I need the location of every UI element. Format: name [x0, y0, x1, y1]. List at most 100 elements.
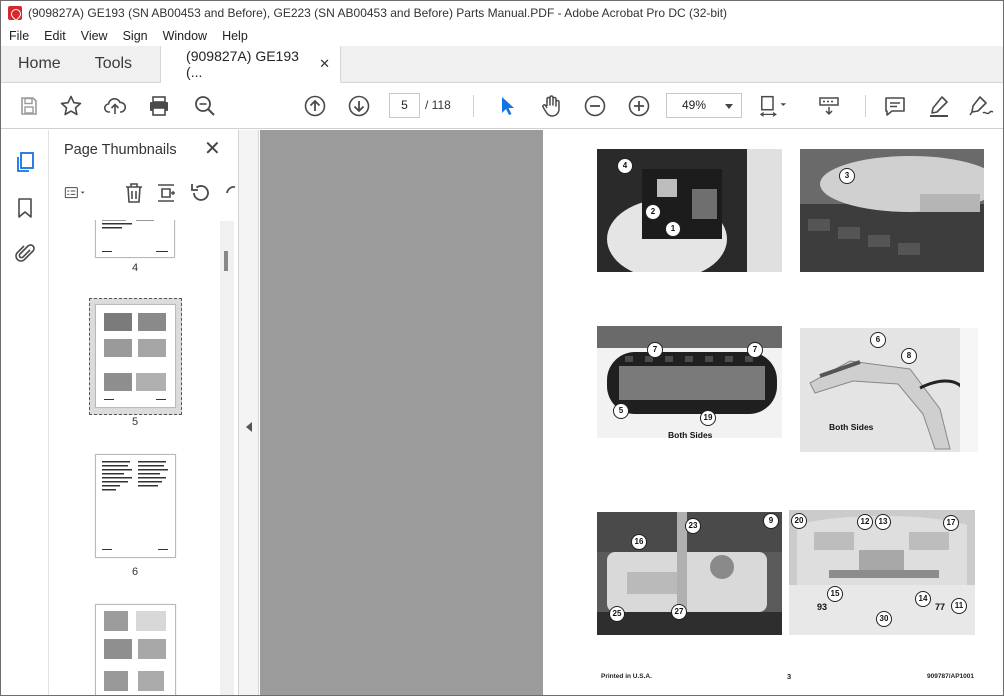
callout: 23 — [685, 518, 701, 534]
arrow-down-circle-icon — [348, 95, 370, 117]
menu-file[interactable]: File — [1, 29, 36, 43]
thumbnail-page-6[interactable] — [95, 454, 176, 558]
page-footer-left: Printed in U.S.A. — [601, 673, 652, 680]
select-tool-button[interactable] — [493, 92, 521, 120]
thumbnail-label: 6 — [131, 566, 139, 578]
title-bar: (909827A) GE193 (SN AB00453 and Before),… — [1, 1, 1003, 25]
menu-bar: File Edit View Sign Window Help — [1, 25, 1003, 46]
caption-both-sides: Both Sides — [668, 430, 713, 440]
keyboard-scroll-icon — [819, 97, 839, 116]
highlighter-icon — [930, 96, 948, 117]
callout: 7 — [647, 342, 663, 358]
menu-view[interactable]: View — [73, 29, 115, 43]
zoom-in-button[interactable] — [625, 92, 653, 120]
thumbnail-scrollbar[interactable] — [220, 221, 234, 695]
callout: 9 — [763, 513, 779, 529]
thumbnail-page-5[interactable] — [95, 304, 176, 408]
comment-button[interactable] — [881, 92, 909, 120]
tab-close-icon[interactable]: ✕ — [319, 56, 330, 72]
zoom-search-icon — [195, 96, 215, 116]
callout: 4 — [617, 158, 633, 174]
callout: 12 — [857, 514, 873, 530]
thumbnail-page-7[interactable] — [95, 604, 176, 695]
callout: 13 — [875, 514, 891, 530]
tab-tools[interactable]: Tools — [79, 46, 162, 82]
bookmarks-icon[interactable] — [13, 196, 37, 220]
thumbnail-page-4-preview — [102, 220, 168, 252]
pen-sign-icon — [969, 96, 994, 116]
callout: 19 — [700, 410, 716, 426]
callout: 2 — [645, 204, 661, 220]
zoom-out-button[interactable] — [581, 92, 609, 120]
tab-bar: Home Tools (909827A) GE193 (... ✕ — [1, 46, 1003, 83]
close-panel-icon[interactable]: ✕ — [204, 139, 221, 159]
callout: 20 — [791, 513, 807, 529]
cursor-arrow-icon — [502, 97, 514, 115]
thumbnail-list[interactable]: 4 5 6 — [50, 220, 220, 695]
tab-document[interactable]: (909827A) GE193 (... ✕ — [161, 46, 342, 83]
main-toolbar — [1, 83, 1003, 129]
caption-number: 93 — [817, 602, 828, 612]
comment-icon — [885, 97, 905, 116]
attachments-icon[interactable] — [13, 242, 37, 266]
page-number-input[interactable]: 5 — [389, 93, 420, 118]
page-thumbnails-panel: Page Thumbnails ✕ 4 5 6 — [50, 130, 239, 695]
menu-help[interactable]: Help — [214, 29, 255, 43]
thumbnail-page-7-preview — [104, 611, 166, 691]
thumbnail-page-6-preview — [102, 461, 168, 550]
page-fit-button[interactable] — [759, 92, 787, 120]
callout: 25 — [609, 606, 625, 622]
callout: 8 — [901, 348, 917, 364]
search-button[interactable] — [191, 92, 219, 120]
menu-sign[interactable]: Sign — [115, 29, 155, 43]
zoom-level-dropdown[interactable]: 49% — [666, 93, 742, 118]
scrolling-mode-button[interactable] — [815, 92, 843, 120]
callout: 1 — [665, 221, 681, 237]
callout: 5 — [613, 403, 629, 419]
tab-document-label: (909827A) GE193 (... — [186, 48, 299, 80]
callout: 16 — [631, 534, 647, 550]
highlight-button[interactable] — [925, 92, 953, 120]
callout: 7 — [747, 342, 763, 358]
callout: 27 — [671, 604, 687, 620]
thumbnail-options-icon[interactable] — [64, 181, 88, 205]
star-icon — [60, 95, 82, 116]
callout: 15 — [827, 586, 843, 602]
chevron-down-icon — [725, 104, 733, 109]
thumbnail-scrollbar-thumb[interactable] — [224, 251, 228, 271]
toolbar-divider — [473, 95, 474, 117]
save-icon — [21, 97, 37, 115]
upload-share-button[interactable] — [101, 92, 129, 120]
page-footer-number: 3 — [787, 672, 792, 681]
print-button[interactable] — [145, 92, 173, 120]
save-button[interactable] — [15, 92, 43, 120]
thumbnail-page-5-preview — [104, 313, 166, 400]
left-nav-rail — [1, 130, 49, 695]
minus-circle-icon — [584, 95, 606, 117]
hand-icon — [542, 95, 560, 117]
callout: 11 — [951, 598, 967, 614]
rotate-page-icon[interactable] — [188, 181, 212, 205]
panel-splitter[interactable] — [239, 130, 259, 695]
hand-tool-button[interactable] — [537, 92, 565, 120]
insert-page-icon[interactable] — [154, 181, 178, 205]
printer-icon — [150, 96, 168, 116]
callout: 6 — [870, 332, 886, 348]
previous-page-button[interactable] — [301, 92, 329, 120]
plus-circle-icon — [628, 95, 650, 117]
delete-page-icon[interactable] — [122, 181, 146, 205]
draw-sign-button[interactable] — [967, 92, 995, 120]
zoom-level-value: 49% — [682, 98, 707, 112]
callout: 17 — [943, 515, 959, 531]
acrobat-logo-icon — [8, 6, 22, 20]
menu-edit[interactable]: Edit — [36, 29, 73, 43]
page-thumbnails-icon[interactable] — [13, 150, 37, 174]
photo-track-decal — [800, 149, 984, 272]
next-page-button[interactable] — [345, 92, 373, 120]
thumbnail-page-4[interactable] — [95, 220, 175, 258]
bookmark-star-button[interactable] — [57, 92, 85, 120]
menu-window[interactable]: Window — [155, 29, 214, 43]
collapse-arrow-icon[interactable] — [246, 422, 252, 432]
tab-home[interactable]: Home — [1, 46, 79, 82]
window-title: (909827A) GE193 (SN AB00453 and Before),… — [28, 6, 728, 20]
